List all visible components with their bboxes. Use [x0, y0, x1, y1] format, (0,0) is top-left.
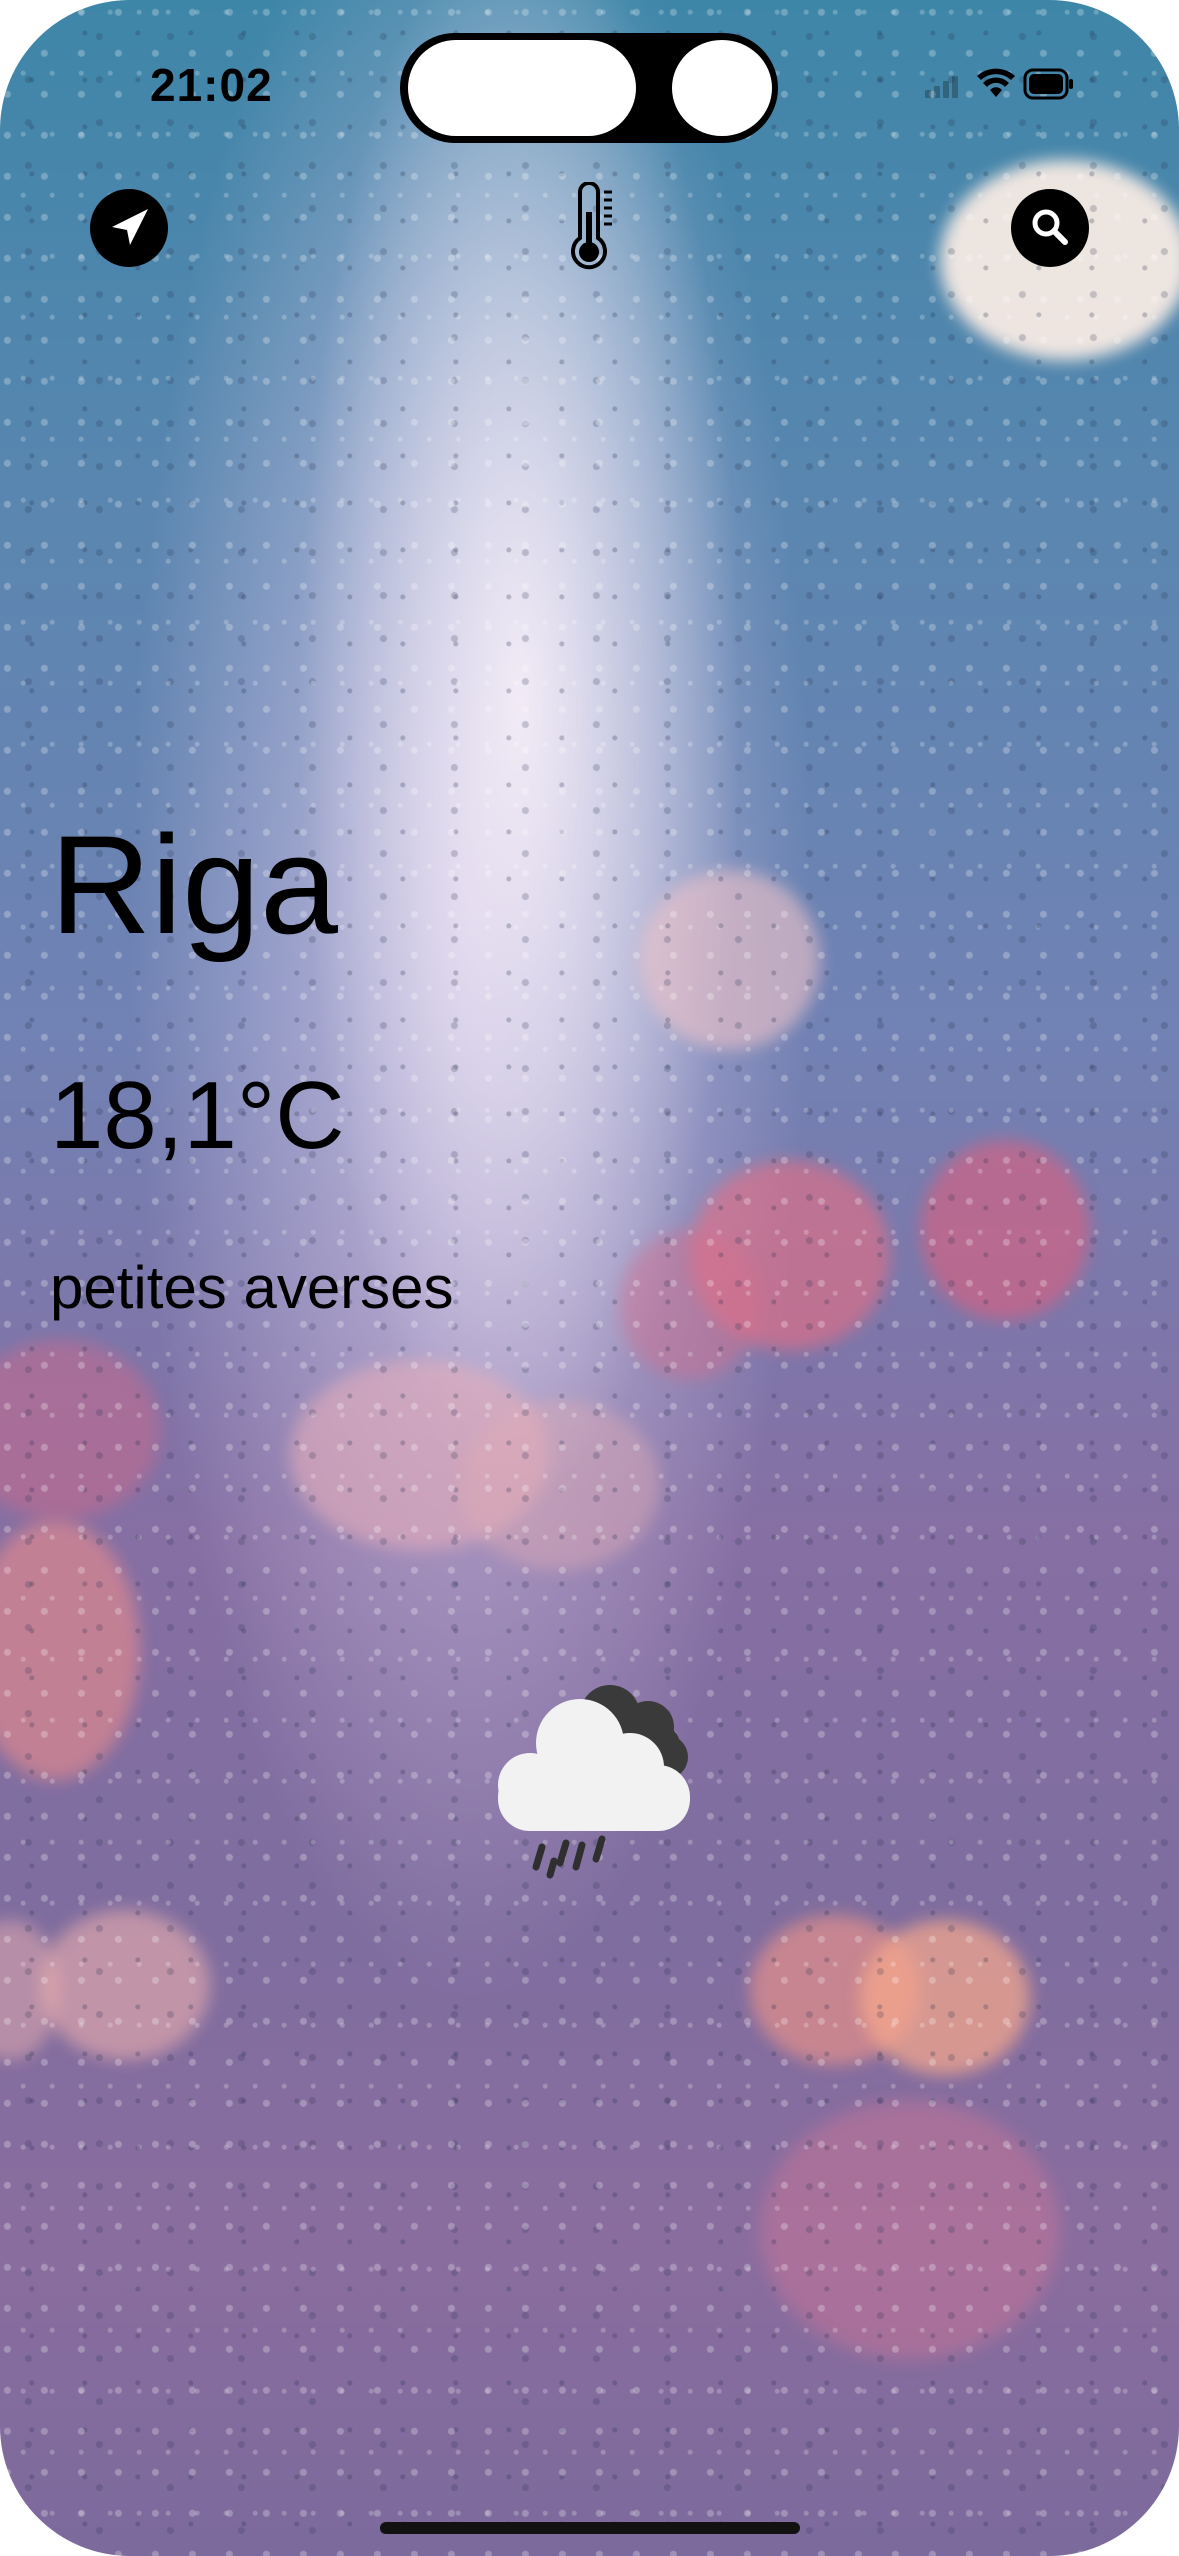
status-time: 21:02: [150, 59, 273, 111]
dynamic-island-pill: [408, 40, 636, 136]
search-icon: [1032, 209, 1068, 245]
temperature-value: 18,1°C: [50, 1062, 345, 1169]
search-button[interactable]: [1011, 189, 1089, 267]
location-arrow-icon: [112, 209, 148, 245]
status-icons: [925, 68, 1073, 100]
cellular-signal-icon: [925, 76, 958, 98]
dynamic-island-dot: [672, 40, 772, 136]
home-indicator[interactable]: [380, 2522, 800, 2534]
battery-icon: [1023, 68, 1073, 100]
weather-description: petites averses: [50, 1254, 454, 1321]
thermometer-icon[interactable]: [560, 182, 620, 272]
cloud-rain-icon: [498, 1685, 690, 1879]
weather-screen: 21:02 Riga 18,1°C petites averses: [0, 0, 1179, 2556]
current-location-button[interactable]: [90, 189, 168, 267]
city-name: Riga: [50, 806, 338, 963]
wifi-icon: [977, 68, 1015, 97]
